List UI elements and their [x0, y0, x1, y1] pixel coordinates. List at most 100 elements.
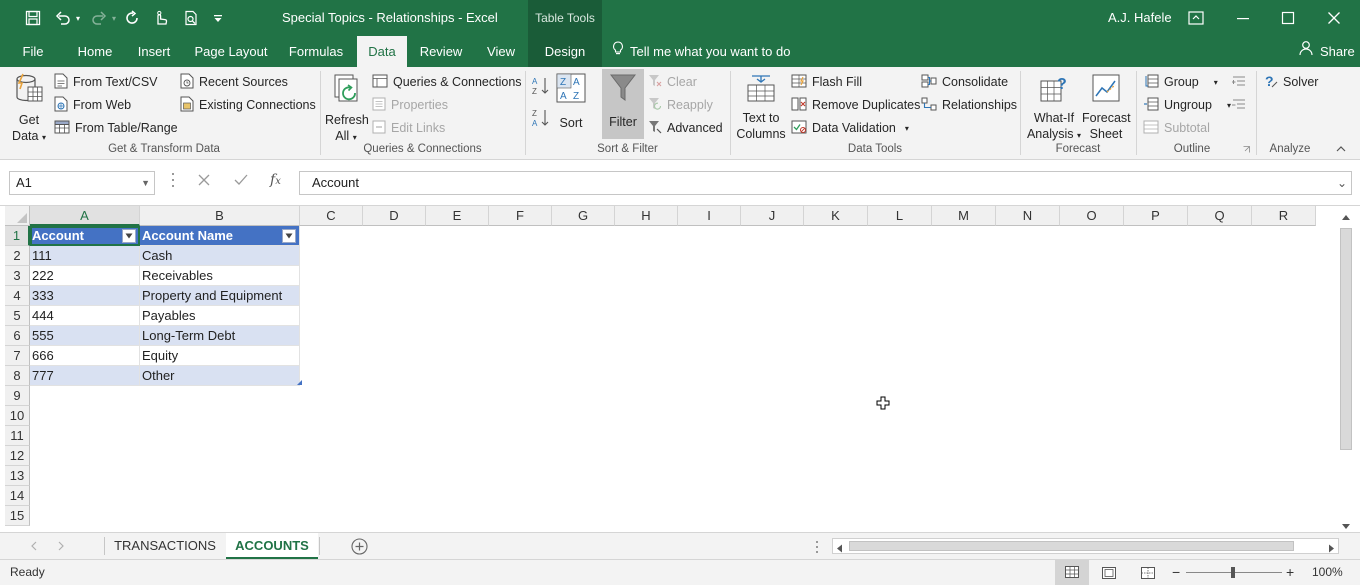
from-web-button[interactable]: From Web: [54, 95, 131, 115]
zoom-slider-thumb[interactable]: [1231, 567, 1235, 578]
save-icon[interactable]: [22, 0, 44, 36]
scroll-left-icon[interactable]: [836, 542, 843, 556]
filter-button[interactable]: Filter: [602, 69, 644, 139]
group-button[interactable]: Group ▾: [1143, 72, 1218, 92]
redo-dropdown-icon[interactable]: ▾: [109, 0, 119, 36]
tab-view[interactable]: View: [479, 36, 523, 67]
vertical-scroll-thumb[interactable]: [1340, 228, 1352, 450]
filter-dropdown-icon[interactable]: [122, 229, 136, 243]
account-name-cell[interactable]: Long-Term Debt: [140, 326, 300, 346]
new-sheet-icon[interactable]: [351, 538, 368, 558]
refresh-all-button[interactable]: Refresh All ▾: [325, 73, 369, 146]
account-name-cell[interactable]: Receivables: [140, 266, 300, 286]
tab-formulas[interactable]: Formulas: [285, 36, 347, 67]
data-validation-button[interactable]: Data Validation ▾: [791, 118, 909, 138]
next-sheet-icon[interactable]: [57, 540, 65, 554]
get-data-button[interactable]: Get Data ▾: [8, 73, 50, 146]
remove-duplicates-button[interactable]: Remove Duplicates: [791, 95, 920, 115]
account-number-cell[interactable]: 333: [30, 286, 140, 306]
page-layout-view-icon[interactable]: [1102, 567, 1116, 582]
redo-icon[interactable]: [88, 0, 110, 36]
relationships-button[interactable]: Relationships: [921, 95, 1017, 115]
account-name-cell[interactable]: Equity: [140, 346, 300, 366]
edit-links-button[interactable]: Edit Links: [372, 118, 445, 138]
tab-insert[interactable]: Insert: [131, 36, 177, 67]
chevron-down-icon[interactable]: ▼: [141, 172, 150, 194]
text-to-columns-button[interactable]: Text to Columns: [734, 73, 788, 142]
normal-view-button[interactable]: [1055, 560, 1089, 585]
previous-sheet-icon[interactable]: [30, 540, 38, 554]
sheet-tab-accounts[interactable]: ACCOUNTS: [226, 533, 318, 559]
tab-split-grip-icon[interactable]: [815, 541, 819, 553]
share-button[interactable]: Share: [1298, 36, 1355, 67]
scroll-up-icon[interactable]: [1341, 210, 1351, 224]
tab-file[interactable]: File: [14, 36, 52, 67]
account-number-cell[interactable]: 222: [30, 266, 140, 286]
horizontal-scroll-thumb[interactable]: [849, 541, 1294, 551]
horizontal-scrollbar[interactable]: [832, 538, 1339, 554]
existing-connections-button[interactable]: Existing Connections: [180, 95, 316, 115]
clear-filter-button[interactable]: Clear: [648, 72, 697, 92]
undo-dropdown-icon[interactable]: ▾: [73, 0, 83, 36]
account-name-cell[interactable]: Payables: [140, 306, 300, 326]
ribbon-display-options-icon[interactable]: [1185, 0, 1207, 36]
insert-function-icon[interactable]: fx: [270, 172, 281, 188]
recent-sources-button[interactable]: Recent Sources: [180, 72, 288, 92]
page-break-preview-icon[interactable]: [1141, 567, 1155, 582]
hide-detail-button[interactable]: [1232, 95, 1246, 115]
expand-formula-bar-icon[interactable]: ⌄: [1337, 172, 1347, 194]
worksheet-grid[interactable]: ABCDEFGHIJKLMNOPQR 1 2 3 4 5 6 7 8 9 10 11 12 13 14 15…: [5, 206, 1336, 532]
tab-design[interactable]: Design: [528, 36, 602, 67]
zoom-out-icon[interactable]: −: [1172, 564, 1180, 580]
confirm-entry-icon[interactable]: [234, 174, 248, 189]
user-name[interactable]: A.J. Hafele: [1108, 0, 1172, 36]
touch-mode-icon[interactable]: [150, 0, 172, 36]
vertical-scrollbar[interactable]: [1337, 206, 1355, 532]
from-table-range-button[interactable]: From Table/Range: [54, 118, 178, 138]
reapply-button[interactable]: Reapply: [648, 95, 713, 115]
sort-button[interactable]: ZAAZ Sort: [553, 73, 589, 131]
print-preview-icon[interactable]: [180, 0, 202, 36]
minimize-icon[interactable]: [1232, 0, 1254, 36]
tab-home[interactable]: Home: [70, 36, 120, 67]
outline-dialog-launcher-icon[interactable]: [1243, 144, 1250, 154]
collapse-ribbon-icon[interactable]: [1336, 141, 1346, 155]
consolidate-button[interactable]: Consolidate: [921, 72, 1008, 92]
what-if-analysis-button[interactable]: ? What-If Analysis ▾: [1026, 73, 1082, 144]
tell-me-box[interactable]: Tell me what you want to do: [612, 36, 790, 67]
account-name-cell[interactable]: Property and Equipment: [140, 286, 300, 306]
maximize-icon[interactable]: [1277, 0, 1299, 36]
properties-button[interactable]: Properties: [372, 95, 448, 115]
advanced-filter-button[interactable]: Advanced: [648, 118, 723, 138]
filter-dropdown-icon[interactable]: [282, 229, 296, 243]
account-number-cell[interactable]: 111: [30, 246, 140, 266]
close-icon[interactable]: [1323, 0, 1345, 36]
sort-descending-button[interactable]: ZA: [532, 109, 550, 129]
tab-data[interactable]: Data: [357, 36, 407, 67]
table-header-account[interactable]: Account: [30, 226, 140, 246]
account-number-cell[interactable]: 777: [30, 366, 140, 386]
account-name-cell[interactable]: Cash: [140, 246, 300, 266]
formula-bar-grip-icon[interactable]: [171, 173, 175, 187]
queries-connections-button[interactable]: Queries & Connections: [372, 72, 522, 92]
ungroup-button[interactable]: Ungroup ▾: [1143, 95, 1231, 115]
zoom-in-icon[interactable]: +: [1286, 564, 1294, 580]
undo-icon[interactable]: [52, 0, 74, 36]
from-text-csv-button[interactable]: From Text/CSV: [54, 72, 158, 92]
scroll-right-icon[interactable]: [1328, 542, 1335, 556]
forecast-sheet-button[interactable]: Forecast Sheet: [1082, 73, 1131, 142]
account-number-cell[interactable]: 666: [30, 346, 140, 366]
cancel-entry-icon[interactable]: [198, 174, 210, 189]
table-resize-handle[interactable]: [297, 380, 302, 385]
subtotal-button[interactable]: Subtotal: [1143, 118, 1210, 138]
zoom-level[interactable]: 100%: [1312, 565, 1343, 579]
solver-button[interactable]: ? Solver: [1264, 72, 1318, 92]
tab-review[interactable]: Review: [415, 36, 467, 67]
show-detail-button[interactable]: [1231, 72, 1246, 92]
account-number-cell[interactable]: 555: [30, 326, 140, 346]
tab-page-layout[interactable]: Page Layout: [191, 36, 271, 67]
table-header-account-name[interactable]: Account Name: [140, 226, 300, 246]
name-box[interactable]: A1 ▼: [9, 171, 155, 195]
formula-input[interactable]: Account ⌄: [299, 171, 1352, 195]
flash-fill-button[interactable]: Flash Fill: [791, 72, 862, 92]
